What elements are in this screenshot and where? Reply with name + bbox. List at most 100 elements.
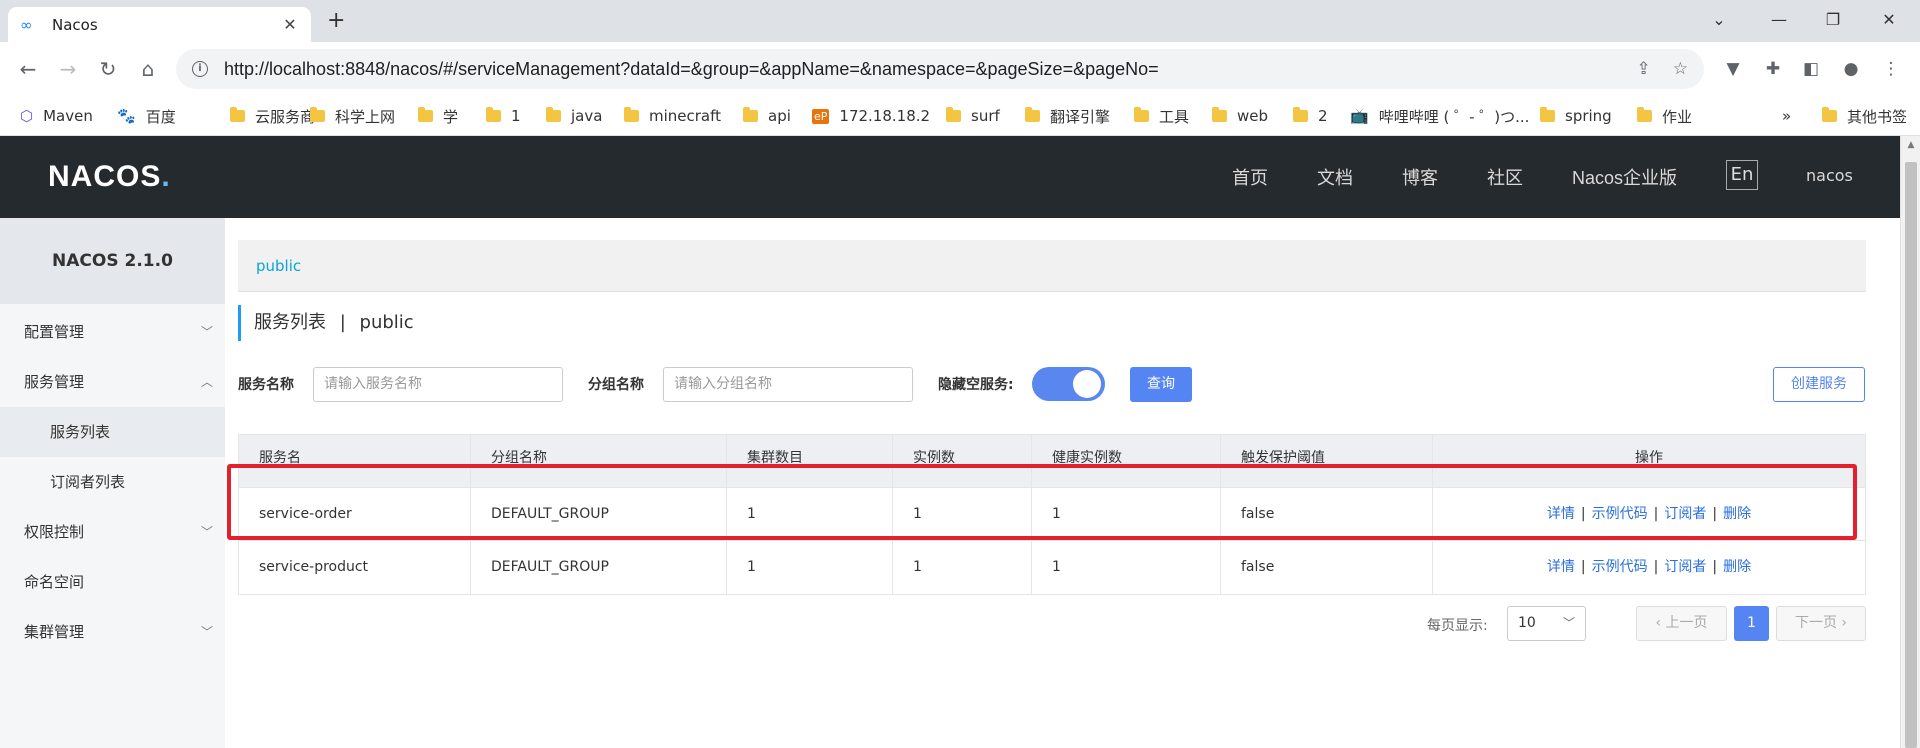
- table-header-row: 服务名 分组名称 集群数目 实例数 健康实例数 触发保护阈值 操作: [239, 435, 1865, 488]
- bookmark-folder[interactable]: 作业: [1637, 104, 1692, 128]
- side-panel-icon[interactable]: ◧: [1798, 56, 1824, 82]
- bookmark-star-icon[interactable]: ☆: [1673, 59, 1688, 79]
- language-toggle-button[interactable]: En: [1726, 160, 1758, 190]
- per-page-select[interactable]: 10 ﹀: [1507, 606, 1586, 641]
- query-button[interactable]: 查询: [1130, 367, 1192, 402]
- delete-link[interactable]: 删除: [1723, 559, 1751, 575]
- folder-icon: [1637, 107, 1652, 122]
- delete-link[interactable]: 删除: [1723, 506, 1751, 522]
- bookmark-folder[interactable]: 2: [1293, 104, 1328, 128]
- bookmark-folder[interactable]: 1: [486, 104, 521, 128]
- sidebar-item-namespace[interactable]: 命名空间: [0, 557, 225, 607]
- folder-icon: [1212, 107, 1227, 122]
- bookmark-ip[interactable]: eP 172.18.18.2: [812, 104, 930, 128]
- bookmark-folder[interactable]: 云服务商: [230, 104, 315, 128]
- nav-home[interactable]: 首页: [1232, 164, 1268, 190]
- group-name-input[interactable]: 请输入分组名称: [663, 367, 913, 402]
- scroll-up-arrow-icon[interactable]: ▲: [1901, 140, 1920, 150]
- site-info-icon[interactable]: i: [192, 61, 208, 77]
- chevron-down-icon: ﹀: [200, 625, 213, 639]
- browser-tab[interactable]: ∞ Nacos ✕: [8, 7, 311, 42]
- sidebar-item-cluster-management[interactable]: 集群管理 ﹀: [0, 607, 225, 657]
- hide-empty-services-toggle[interactable]: [1032, 367, 1105, 401]
- tab-search-chevron-icon[interactable]: ⌄: [1696, 6, 1742, 34]
- column-header-instances[interactable]: 实例数: [892, 435, 1031, 487]
- reload-icon[interactable]: ↻: [94, 55, 122, 83]
- folder-icon: [624, 107, 639, 122]
- cell-service-name: service-product: [259, 559, 369, 575]
- bookmark-folder[interactable]: java: [546, 104, 602, 128]
- page-title: 服务列表 | public: [238, 305, 414, 341]
- other-bookmarks[interactable]: 其他书签: [1822, 104, 1907, 128]
- column-header-healthy[interactable]: 健康实例数: [1031, 435, 1220, 487]
- bookmark-bilibili[interactable]: 📺 哔哩哔哩 ( ゜- ゜)つ...: [1350, 104, 1529, 128]
- vue-devtools-icon[interactable]: ▼: [1720, 56, 1746, 82]
- cell-threshold: false: [1220, 488, 1432, 540]
- cell-healthy: 1: [1031, 541, 1220, 594]
- details-link[interactable]: 详情: [1547, 559, 1575, 575]
- close-window-icon[interactable]: ✕: [1866, 6, 1912, 34]
- bookmarks-overflow-icon[interactable]: »: [1782, 104, 1791, 128]
- nav-community[interactable]: 社区: [1487, 164, 1523, 190]
- sidebar-item-service-list[interactable]: 服务列表: [0, 407, 225, 457]
- nav-enterprise[interactable]: Nacos企业版: [1572, 164, 1677, 190]
- home-icon[interactable]: ⌂: [134, 55, 162, 83]
- bookmark-folder[interactable]: spring: [1540, 104, 1612, 128]
- table-row: service-product DEFAULT_GROUP 1 1 1 fals…: [239, 541, 1865, 594]
- back-icon[interactable]: ←: [14, 55, 42, 83]
- bookmark-folder[interactable]: 学: [418, 104, 458, 128]
- bookmark-folder[interactable]: 工具: [1134, 104, 1189, 128]
- nav-blog[interactable]: 博客: [1402, 164, 1438, 190]
- details-link[interactable]: 详情: [1547, 506, 1575, 522]
- bilibili-tv-icon: 📺: [1350, 107, 1369, 125]
- url-text[interactable]: http://localhost:8848/nacos/#/serviceMan…: [224, 59, 1615, 80]
- nacos-logo[interactable]: NACOS.: [48, 160, 171, 194]
- new-tab-icon[interactable]: +: [327, 8, 345, 34]
- prev-page-button[interactable]: ‹ 上一页: [1636, 606, 1727, 641]
- bookmark-folder[interactable]: api: [743, 104, 791, 128]
- subscribers-link[interactable]: 订阅者: [1664, 559, 1706, 575]
- column-header-service-name[interactable]: 服务名: [239, 435, 470, 487]
- service-name-input[interactable]: 请输入服务名称: [313, 367, 563, 402]
- service-name-label: 服务名称: [238, 377, 294, 393]
- subscribers-link[interactable]: 订阅者: [1664, 506, 1706, 522]
- column-header-group[interactable]: 分组名称: [470, 435, 726, 487]
- close-tab-icon[interactable]: ✕: [281, 15, 299, 34]
- bookmarks-bar: ⬡ Maven 🐾 百度 云服务商 科学上网 学 1 java minecraft …: [0, 96, 1920, 136]
- extensions-puzzle-icon[interactable]: ✚: [1760, 56, 1786, 82]
- share-icon[interactable]: ⇪: [1637, 59, 1651, 79]
- nav-docs[interactable]: 文档: [1317, 164, 1353, 190]
- menu-kebab-icon[interactable]: ⋮: [1878, 56, 1904, 82]
- create-service-button[interactable]: 创建服务: [1773, 367, 1865, 402]
- next-page-button[interactable]: 下一页 ›: [1776, 606, 1866, 641]
- bookmark-baidu[interactable]: 🐾 百度: [117, 104, 176, 128]
- bookmark-folder[interactable]: minecraft: [624, 104, 721, 128]
- sidebar-item-service-management[interactable]: 服务管理 ︿: [0, 357, 225, 407]
- forward-icon[interactable]: →: [54, 55, 82, 83]
- namespace-tab-public[interactable]: public: [256, 257, 301, 275]
- scrollbar-thumb[interactable]: [1905, 162, 1917, 748]
- current-user[interactable]: nacos: [1806, 166, 1853, 185]
- page-number-current[interactable]: 1: [1734, 606, 1769, 641]
- bookmark-folder[interactable]: web: [1212, 104, 1268, 128]
- restore-icon[interactable]: ❐: [1810, 6, 1856, 34]
- address-bar[interactable]: i http://localhost:8848/nacos/#/serviceM…: [176, 49, 1704, 89]
- bookmark-folder[interactable]: 科学上网: [310, 104, 395, 128]
- sidebar-item-access-control[interactable]: 权限控制 ﹀: [0, 507, 225, 557]
- sample-code-link[interactable]: 示例代码: [1592, 506, 1648, 522]
- profile-avatar-icon[interactable]: ●: [1838, 56, 1864, 82]
- sidebar-item-subscriber-list[interactable]: 订阅者列表: [0, 457, 225, 507]
- bookmark-folder[interactable]: 翻译引擎: [1025, 104, 1110, 128]
- folder-icon: [230, 107, 245, 122]
- sample-code-link[interactable]: 示例代码: [1592, 559, 1648, 575]
- sidebar-item-config-management[interactable]: 配置管理 ﹀: [0, 307, 225, 357]
- per-page-label: 每页显示:: [1427, 618, 1488, 634]
- folder-icon: [743, 107, 758, 122]
- minimize-icon[interactable]: —: [1756, 6, 1802, 34]
- column-header-clusters[interactable]: 集群数目: [726, 435, 892, 487]
- bookmark-maven[interactable]: ⬡ Maven: [20, 104, 93, 128]
- bookmark-folder[interactable]: surf: [946, 104, 1000, 128]
- page-scrollbar[interactable]: ▲: [1900, 136, 1920, 748]
- column-header-threshold[interactable]: 触发保护阈值: [1220, 435, 1432, 487]
- baidu-paw-icon: 🐾: [117, 107, 136, 125]
